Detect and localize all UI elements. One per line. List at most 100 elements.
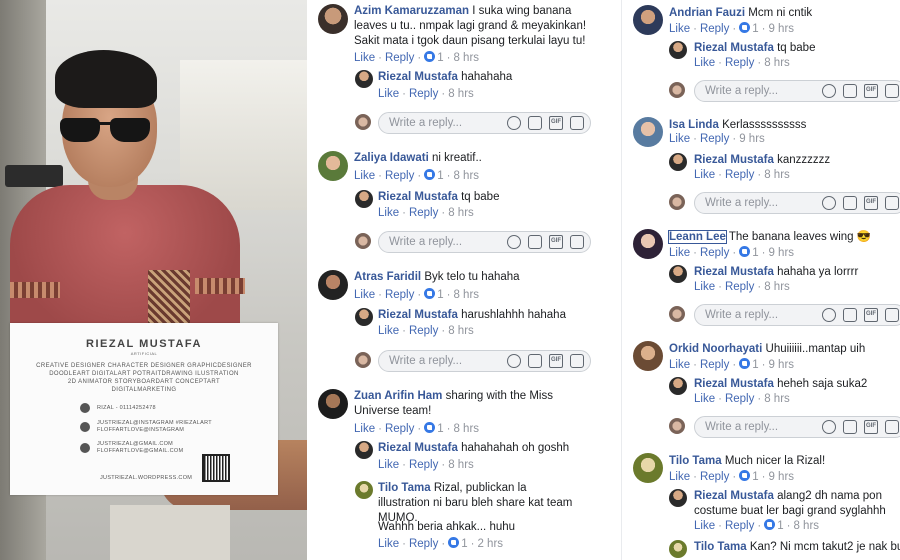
timestamp[interactable]: 8 hrs [764, 57, 790, 69]
like-link[interactable]: Like [694, 169, 715, 181]
camera-icon[interactable] [843, 308, 857, 322]
like-count[interactable]: 1 [752, 471, 758, 483]
like-link[interactable]: Like [378, 538, 399, 550]
avatar[interactable] [355, 441, 373, 459]
sticker-icon[interactable] [885, 308, 899, 322]
gif-icon[interactable]: GIF [864, 308, 878, 322]
avatar[interactable] [633, 117, 663, 147]
reply-link[interactable]: Reply [700, 247, 729, 259]
comment-author[interactable]: Andrian Fauzi [669, 7, 745, 19]
like-count[interactable]: 1 [777, 520, 783, 532]
timestamp[interactable]: 9 hrs [739, 133, 765, 145]
reply-link[interactable]: Reply [725, 281, 754, 293]
like-link[interactable]: Like [378, 459, 399, 471]
like-link[interactable]: Like [378, 325, 399, 337]
gif-icon[interactable]: GIF [549, 235, 563, 249]
comment-author[interactable]: Zuan Arifin Ham [354, 390, 442, 402]
avatar[interactable] [633, 229, 663, 259]
gif-icon[interactable]: GIF [864, 196, 878, 210]
like-reaction-icon[interactable] [424, 422, 436, 433]
comment-author[interactable]: Riezal Mustafa [378, 191, 458, 203]
like-reaction-icon[interactable] [764, 519, 776, 530]
gif-icon[interactable]: GIF [864, 84, 878, 98]
reply-input[interactable]: Write a reply... GIF [378, 231, 591, 253]
avatar[interactable] [633, 341, 663, 371]
timestamp[interactable]: 8 hrs [448, 325, 474, 337]
reply-link[interactable]: Reply [725, 520, 754, 532]
timestamp[interactable]: 9 hrs [768, 471, 794, 483]
reply-link[interactable]: Reply [409, 538, 438, 550]
comment-author[interactable]: Isa Linda [669, 119, 719, 131]
avatar[interactable] [318, 151, 348, 181]
avatar[interactable] [355, 190, 373, 208]
timestamp[interactable]: 8 hrs [793, 520, 819, 532]
timestamp[interactable]: 8 hrs [448, 88, 474, 100]
avatar[interactable] [669, 153, 687, 171]
camera-icon[interactable] [843, 420, 857, 434]
reply-link[interactable]: Reply [385, 289, 414, 301]
camera-icon[interactable] [528, 235, 542, 249]
timestamp[interactable]: 8 hrs [764, 281, 790, 293]
reply-link[interactable]: Reply [700, 23, 729, 35]
avatar[interactable] [355, 70, 373, 88]
like-reaction-icon[interactable] [448, 537, 460, 548]
like-reaction-icon[interactable] [424, 169, 436, 180]
like-link[interactable]: Like [354, 52, 375, 64]
like-link[interactable]: Like [669, 471, 690, 483]
like-link[interactable]: Like [694, 57, 715, 69]
like-link[interactable]: Like [669, 23, 690, 35]
timestamp[interactable]: 8 hrs [764, 169, 790, 181]
emoji-icon[interactable] [822, 308, 836, 322]
like-link[interactable]: Like [378, 88, 399, 100]
avatar[interactable] [633, 5, 663, 35]
sticker-icon[interactable] [570, 116, 584, 130]
emoji-icon[interactable] [822, 420, 836, 434]
like-link[interactable]: Like [694, 520, 715, 532]
comment-author[interactable]: Azim Kamaruzzaman [354, 5, 469, 17]
reply-link[interactable]: Reply [725, 57, 754, 69]
reply-link[interactable]: Reply [385, 170, 414, 182]
timestamp[interactable]: 8 hrs [453, 52, 479, 64]
sticker-icon[interactable] [570, 235, 584, 249]
camera-icon[interactable] [528, 354, 542, 368]
like-link[interactable]: Like [694, 281, 715, 293]
like-reaction-icon[interactable] [739, 470, 751, 481]
reply-input[interactable]: Write a reply... GIF [694, 192, 900, 214]
timestamp[interactable]: 9 hrs [768, 23, 794, 35]
like-reaction-icon[interactable] [424, 288, 436, 299]
timestamp[interactable]: 9 hrs [768, 247, 794, 259]
reply-link[interactable]: Reply [385, 423, 414, 435]
comment-author[interactable]: Riezal Mustafa [694, 42, 774, 54]
gif-icon[interactable]: GIF [864, 420, 878, 434]
sticker-icon[interactable] [570, 354, 584, 368]
comment-author[interactable]: Zaliya Idawati [354, 152, 429, 164]
timestamp[interactable]: 8 hrs [764, 393, 790, 405]
sticker-icon[interactable] [885, 196, 899, 210]
sticker-icon[interactable] [885, 84, 899, 98]
sticker-icon[interactable] [885, 420, 899, 434]
comment-author[interactable]: Riezal Mustafa [694, 378, 774, 390]
like-count[interactable]: 1 [437, 170, 443, 182]
like-count[interactable]: 1 [461, 538, 467, 550]
emoji-icon[interactable] [822, 196, 836, 210]
avatar[interactable] [318, 4, 348, 34]
like-count[interactable]: 1 [752, 23, 758, 35]
comment-author[interactable]: Riezal Mustafa [378, 309, 458, 321]
reply-link[interactable]: Reply [725, 169, 754, 181]
like-link[interactable]: Like [669, 359, 690, 371]
avatar[interactable] [318, 389, 348, 419]
timestamp[interactable]: 9 hrs [768, 359, 794, 371]
like-count[interactable]: 1 [752, 247, 758, 259]
like-reaction-icon[interactable] [739, 22, 751, 33]
avatar[interactable] [669, 540, 687, 558]
avatar[interactable] [669, 41, 687, 59]
reply-link[interactable]: Reply [700, 471, 729, 483]
avatar[interactable] [355, 308, 373, 326]
comment-author[interactable]: Orkid Noorhayati [669, 343, 762, 355]
comment-author[interactable]: Tilo Tama [694, 541, 747, 553]
timestamp[interactable]: 8 hrs [453, 423, 479, 435]
gif-icon[interactable]: GIF [549, 354, 563, 368]
reply-link[interactable]: Reply [409, 459, 438, 471]
reply-link[interactable]: Reply [409, 325, 438, 337]
like-link[interactable]: Like [354, 289, 375, 301]
